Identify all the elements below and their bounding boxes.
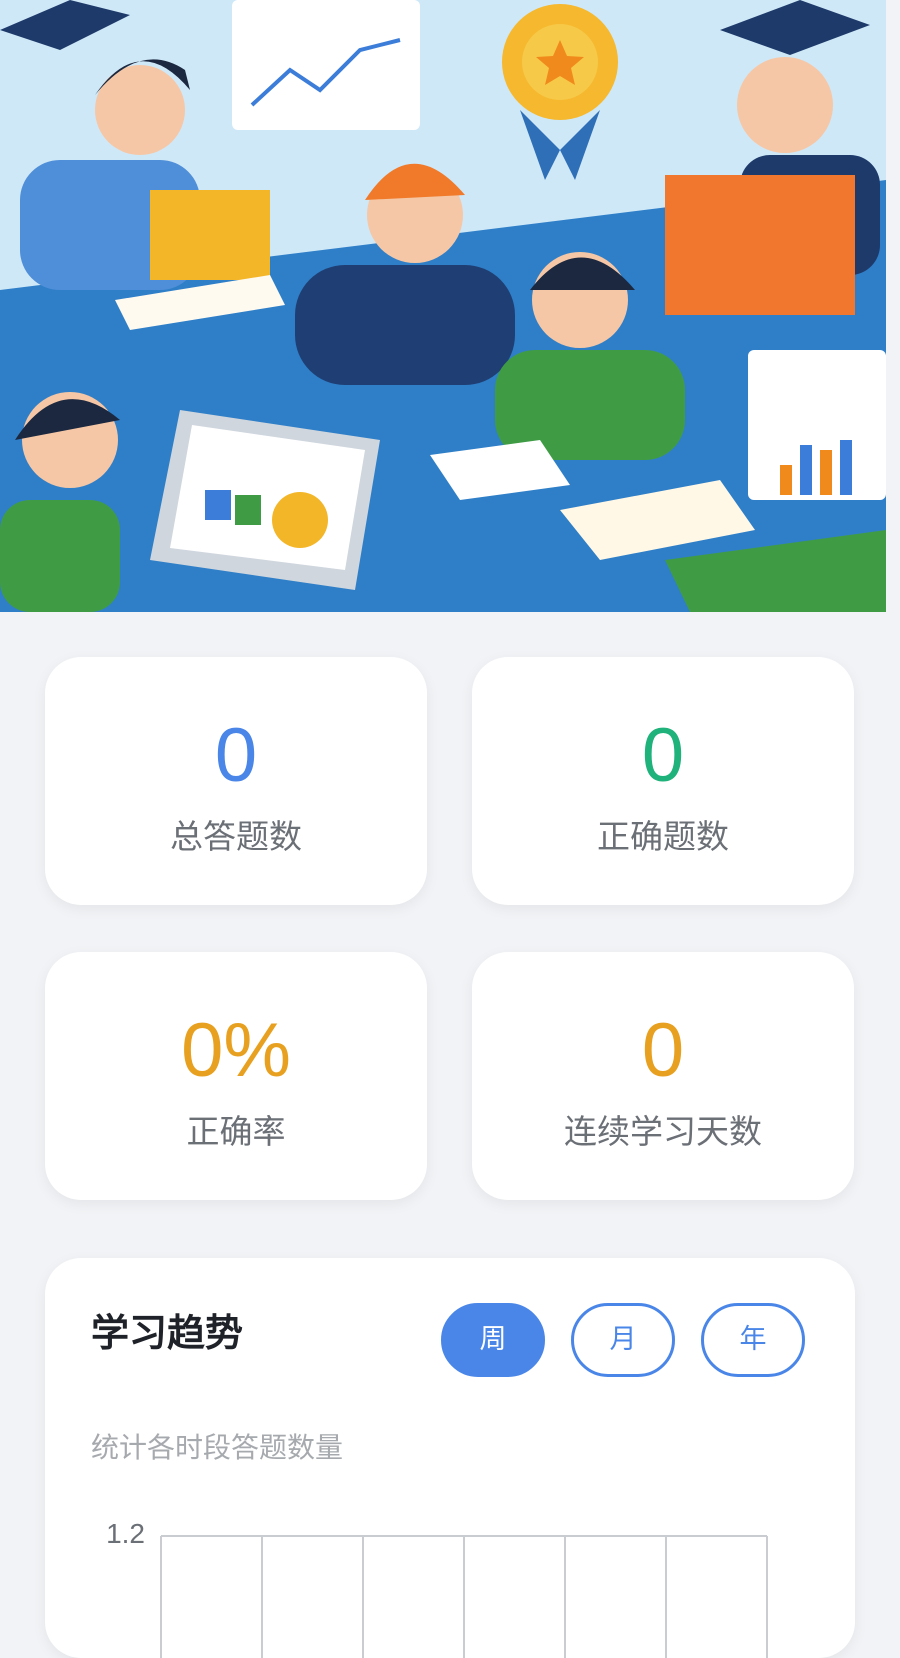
stat-card-total-answers: 0 总答题数 xyxy=(45,657,427,905)
accuracy-label: 正确率 xyxy=(186,1112,286,1151)
stat-card-correct-answers: 0 正确题数 xyxy=(472,657,854,905)
total-answers-label: 总答题数 xyxy=(170,817,302,856)
total-answers-value: 0 xyxy=(214,713,258,798)
learning-trend-panel: 学习趋势 周 月 年 统计各时段答题数量 1.2 xyxy=(45,1258,855,1658)
chart-grid xyxy=(160,1535,768,1658)
streak-days-label: 连续学习天数 xyxy=(564,1112,762,1151)
correct-answers-label: 正确题数 xyxy=(597,817,729,856)
trend-chart: 1.2 xyxy=(106,1518,768,1658)
hero-illustration xyxy=(0,0,886,612)
streak-days-value: 0 xyxy=(641,1008,685,1093)
students-studying-icon xyxy=(0,0,886,612)
stat-card-streak-days: 0 连续学习天数 xyxy=(472,952,854,1200)
stat-card-accuracy: 0% 正确率 xyxy=(45,952,427,1200)
y-tick-label: 1.2 xyxy=(106,1518,145,1549)
correct-answers-value: 0 xyxy=(641,713,685,798)
accuracy-value: 0% xyxy=(181,1008,291,1093)
